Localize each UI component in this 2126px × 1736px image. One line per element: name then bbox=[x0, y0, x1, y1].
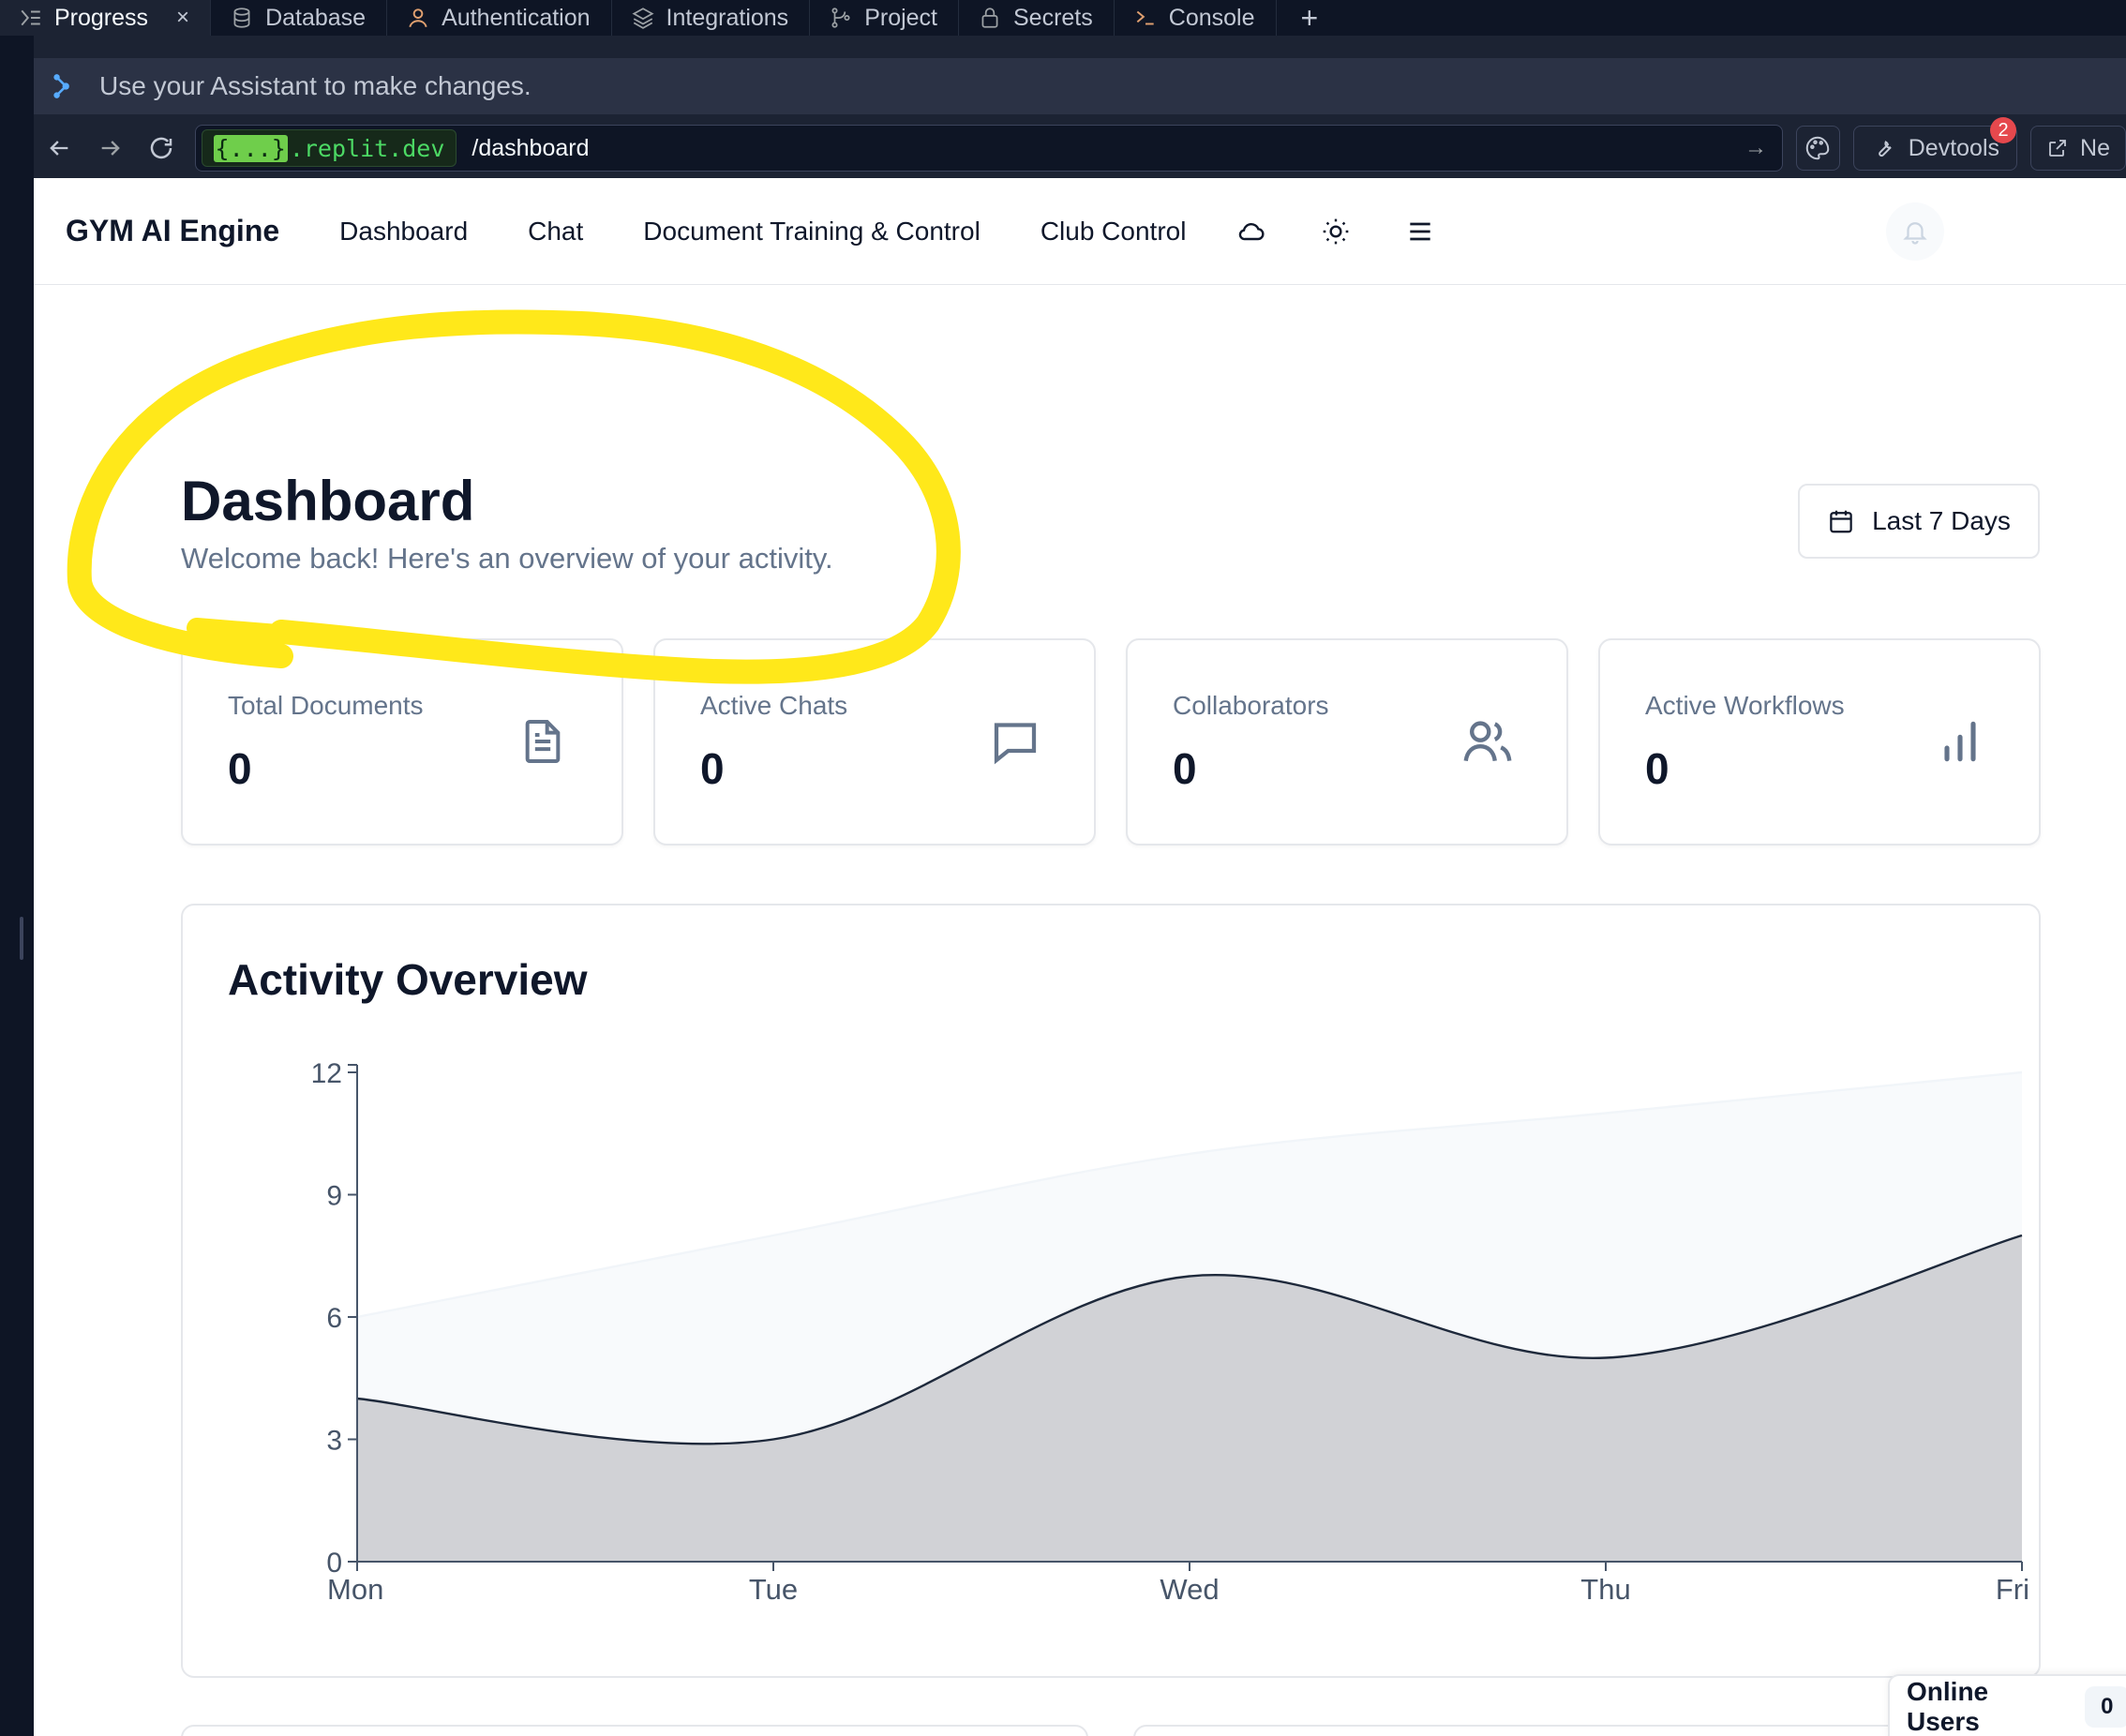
stat-value: 0 bbox=[700, 744, 725, 793]
bar-chart-icon bbox=[1930, 711, 1990, 771]
tab-secrets[interactable]: Secrets bbox=[959, 0, 1115, 36]
bottom-card-left bbox=[181, 1725, 1088, 1736]
tab-label: Database bbox=[265, 4, 367, 31]
stat-label: Active Workflows bbox=[1645, 691, 1845, 720]
stat-label: Total Documents bbox=[228, 691, 424, 720]
message-icon bbox=[985, 711, 1045, 771]
left-gutter bbox=[0, 36, 34, 1736]
date-range-label: Last 7 Days bbox=[1872, 506, 2011, 535]
calendar-icon bbox=[1830, 510, 1852, 533]
assistant-icon bbox=[51, 72, 79, 100]
tab-progress[interactable]: Progress × bbox=[0, 0, 212, 36]
screen: Progress × Database Authentication Integ… bbox=[0, 0, 2126, 1736]
tab-label: Progress bbox=[54, 4, 149, 31]
browser-toolbar: {...} .replit.dev /dashboard → Devtools … bbox=[34, 117, 2126, 176]
users-icon bbox=[1458, 711, 1518, 771]
tab-label: Console bbox=[1168, 4, 1255, 31]
y-tick-label: 9 bbox=[326, 1181, 342, 1212]
activity-overview-card: Activity Overview 0 3 6 9 12 Mon Tue Wed Thu Fri bbox=[181, 904, 2041, 1678]
go-arrow-icon[interactable]: → bbox=[1744, 135, 1767, 161]
assistant-hint-text: Use your Assistant to make changes. bbox=[99, 71, 532, 100]
date-range-button[interactable]: Last 7 Days bbox=[1798, 484, 2040, 559]
online-users-count: 0 bbox=[2084, 1686, 2126, 1728]
stat-card-active-workflows: Active Workflows 0 bbox=[1598, 638, 2041, 846]
y-tick-label: 6 bbox=[326, 1303, 342, 1334]
devtools-label: Devtools bbox=[1908, 134, 2000, 161]
url-bar[interactable]: {...} .replit.dev /dashboard → bbox=[194, 125, 1783, 172]
stat-card-total-documents: Total Documents 0 bbox=[181, 638, 623, 846]
url-path[interactable]: /dashboard bbox=[472, 135, 1744, 162]
reload-button[interactable] bbox=[136, 122, 187, 174]
domain-brace: {...} bbox=[213, 134, 288, 162]
tab-database[interactable]: Database bbox=[211, 0, 388, 36]
nav-chat[interactable]: Chat bbox=[528, 217, 583, 247]
wrench-icon bbox=[1878, 141, 1892, 157]
terminal-icon bbox=[1133, 6, 1158, 30]
y-tick-label: 12 bbox=[311, 1058, 342, 1089]
theme-palette-button[interactable] bbox=[1795, 126, 1840, 171]
external-link-icon bbox=[2049, 140, 2066, 157]
arrow-left-icon bbox=[50, 141, 68, 156]
online-users-panel[interactable]: Online Users 0 bbox=[1888, 1674, 2126, 1736]
stat-label: Collaborators bbox=[1173, 691, 1329, 720]
page-title: Dashboard bbox=[181, 470, 475, 532]
x-tick-label: Tue bbox=[749, 1573, 798, 1606]
nav-club-control[interactable]: Club Control bbox=[1041, 217, 1187, 247]
page-subtitle: Welcome back! Here's an overview of your… bbox=[181, 542, 833, 575]
close-icon[interactable]: × bbox=[176, 5, 189, 31]
new-tab-button[interactable]: + bbox=[1277, 0, 1343, 36]
assistant-hint-bar[interactable]: Use your Assistant to make changes. bbox=[34, 58, 2126, 114]
palette-icon bbox=[1806, 136, 1830, 160]
layers-icon bbox=[631, 6, 655, 30]
devtools-badge: 2 bbox=[1990, 117, 2017, 143]
nav-document-training[interactable]: Document Training & Control bbox=[643, 217, 981, 247]
notification-bell-icon[interactable] bbox=[1886, 202, 1944, 261]
stat-label: Active Chats bbox=[700, 691, 848, 720]
arrow-right-icon bbox=[101, 141, 120, 156]
tab-project[interactable]: Project bbox=[810, 0, 959, 36]
tab-integrations[interactable]: Integrations bbox=[612, 0, 811, 36]
y-tick-label: 3 bbox=[326, 1426, 342, 1457]
tab-label: Secrets bbox=[1013, 4, 1093, 31]
stat-value: 0 bbox=[1173, 744, 1197, 793]
webview: GYM AI Engine Dashboard Chat Document Tr… bbox=[34, 178, 2126, 1736]
app-navbar: GYM AI Engine Dashboard Chat Document Tr… bbox=[34, 178, 2126, 285]
resize-handle[interactable] bbox=[20, 917, 23, 960]
x-tick-label: Mon bbox=[327, 1573, 383, 1606]
stat-value: 0 bbox=[1645, 744, 1669, 793]
stat-value: 0 bbox=[228, 744, 252, 793]
tab-label: Project bbox=[864, 4, 937, 31]
progress-icon bbox=[19, 6, 43, 30]
document-icon bbox=[513, 711, 573, 771]
nav-dashboard[interactable]: Dashboard bbox=[339, 217, 468, 247]
brand-logo[interactable]: GYM AI Engine bbox=[66, 214, 279, 248]
stat-card-active-chats: Active Chats 0 bbox=[653, 638, 1096, 846]
tab-authentication[interactable]: Authentication bbox=[387, 0, 612, 36]
x-tick-label: Fri bbox=[1996, 1573, 2029, 1606]
activity-chart: 036912Mon Tue Wed Thu Fri bbox=[311, 1058, 2029, 1606]
x-tick-label: Wed bbox=[1160, 1573, 1219, 1606]
user-icon bbox=[406, 6, 430, 30]
refresh-icon bbox=[151, 137, 172, 159]
back-button[interactable] bbox=[34, 122, 85, 174]
new-tab-label: Ne bbox=[2080, 134, 2110, 161]
domain-chip[interactable]: {...} .replit.dev bbox=[201, 129, 457, 167]
forward-button[interactable] bbox=[85, 122, 137, 174]
ide-tab-bar: Progress × Database Authentication Integ… bbox=[0, 0, 2126, 36]
tab-label: Authentication bbox=[442, 4, 591, 31]
domain-text: .replit.dev bbox=[289, 134, 445, 162]
devtools-button[interactable]: Devtools 2 bbox=[1852, 117, 2018, 171]
menu-icon[interactable] bbox=[1401, 213, 1439, 250]
x-tick-label: Thu bbox=[1580, 1573, 1630, 1606]
git-branch-icon bbox=[829, 6, 853, 30]
online-users-label: Online Users bbox=[1907, 1677, 1989, 1736]
tab-console[interactable]: Console bbox=[1115, 0, 1277, 36]
cloud-icon[interactable] bbox=[1233, 213, 1270, 250]
sun-icon[interactable] bbox=[1317, 213, 1355, 250]
stat-card-collaborators: Collaborators 0 bbox=[1126, 638, 1568, 846]
open-new-tab-button[interactable]: Ne bbox=[2030, 126, 2126, 171]
lock-icon bbox=[978, 6, 1002, 30]
tab-label: Integrations bbox=[666, 4, 789, 31]
database-icon bbox=[230, 6, 254, 30]
